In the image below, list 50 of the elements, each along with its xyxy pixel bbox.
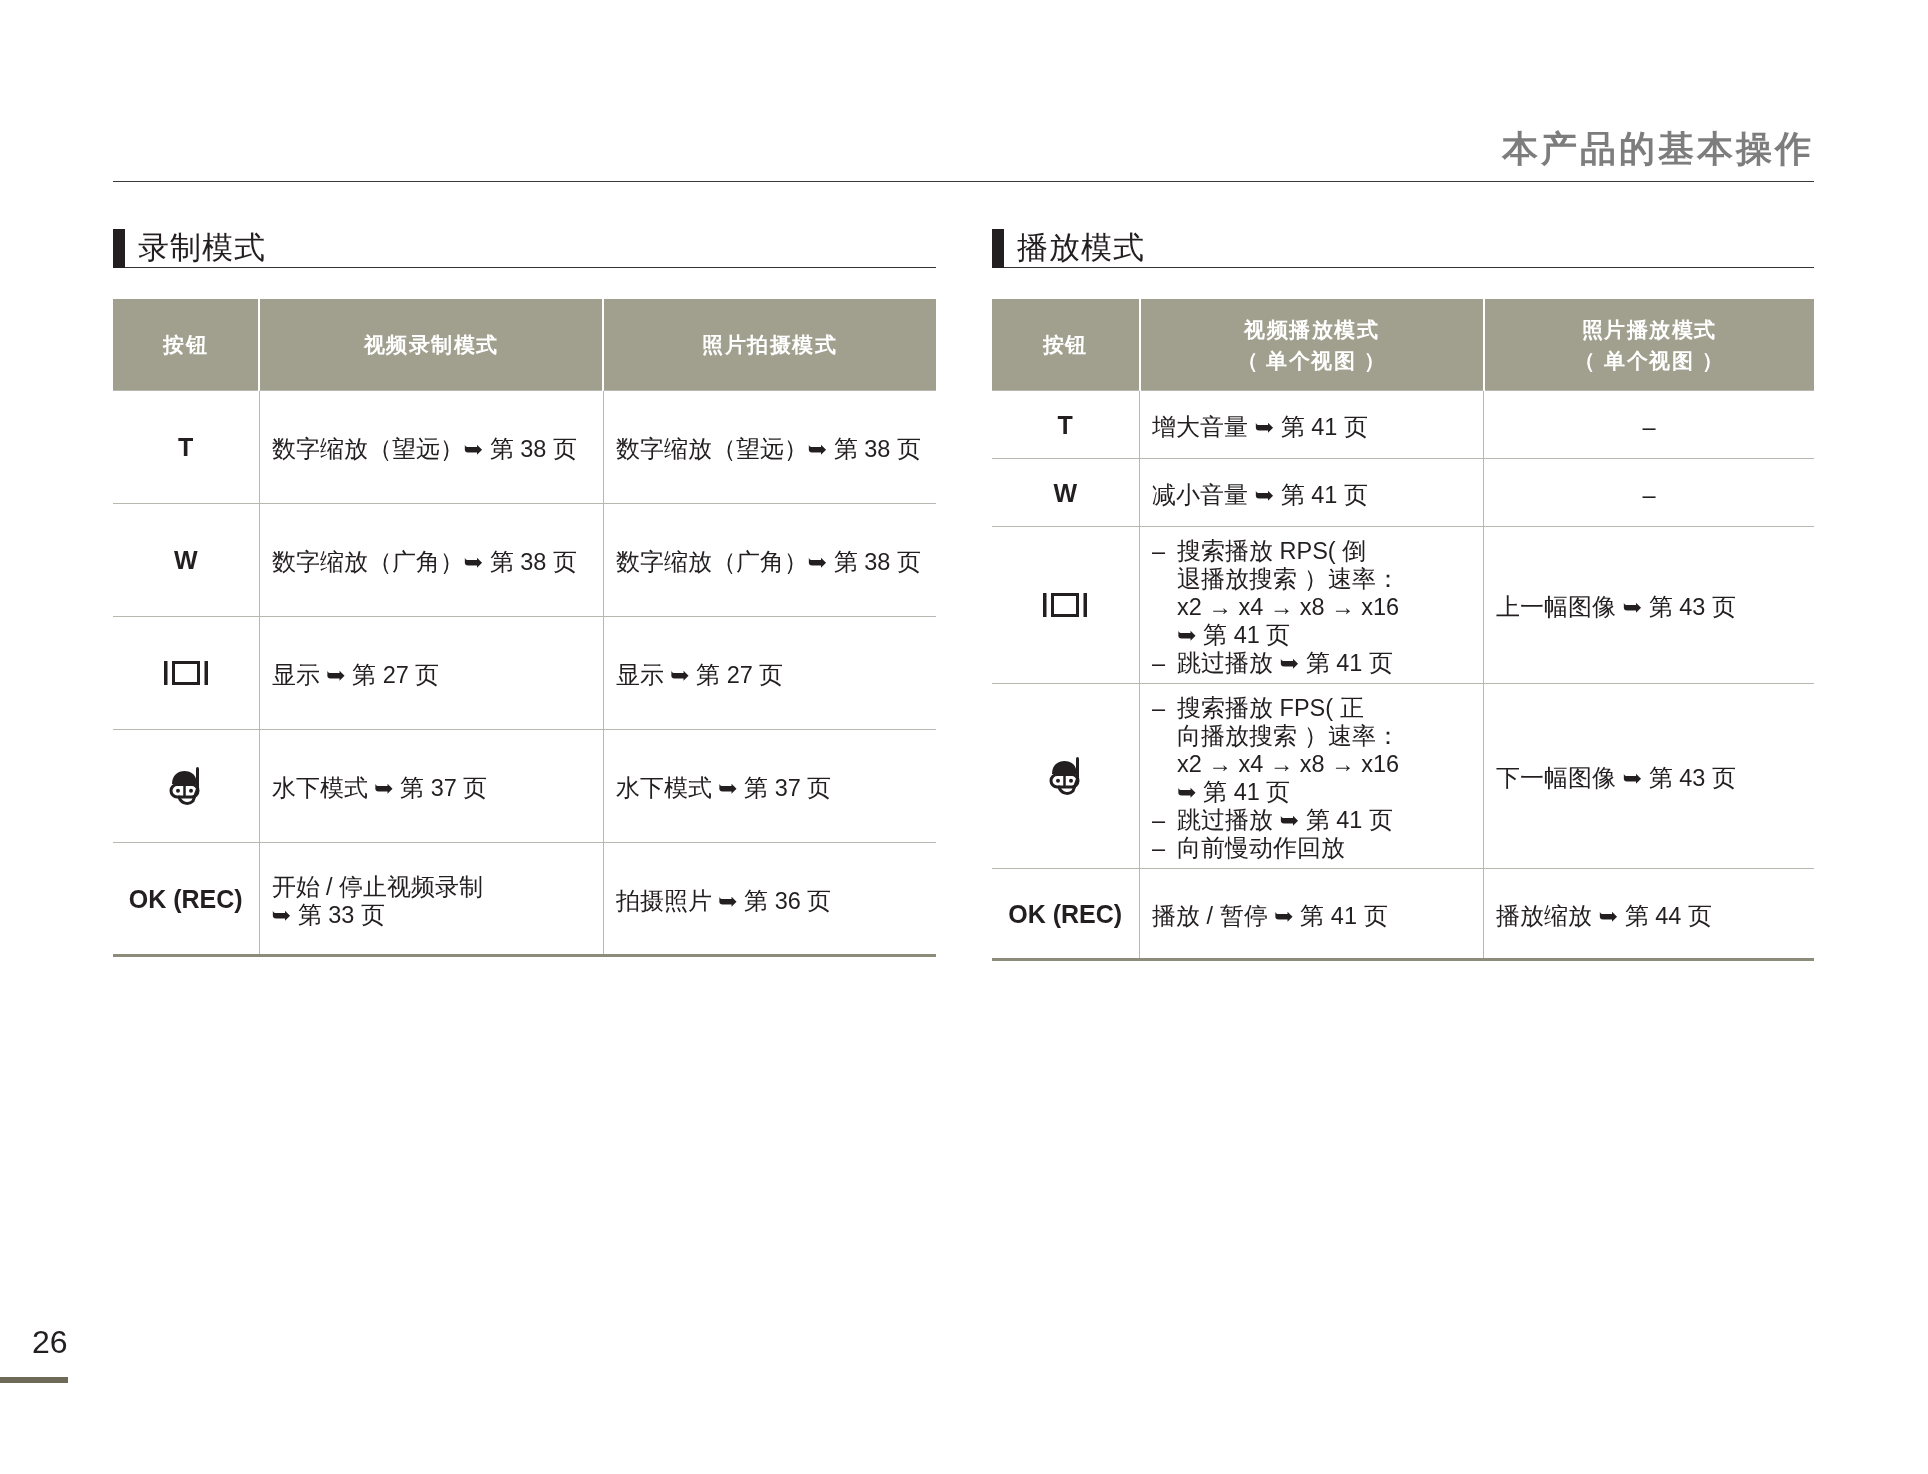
- function-text: 显示 ➥ 第 27 页: [271, 661, 441, 689]
- function-text: 开始 / 停止视频录制 ➥ 第 33 页: [271, 872, 485, 929]
- function-text: 数字缩放（望远）➥ 第 38 页: [271, 435, 578, 463]
- function-text: 下一幅图像 ➥ 第 43 页: [1496, 764, 1737, 792]
- function-text: 水下模式 ➥ 第 37 页: [615, 774, 833, 802]
- function-text: 数字缩放（广角）➥ 第 38 页: [615, 548, 922, 576]
- function-text: 数字缩放（广角）➥ 第 38 页: [271, 548, 578, 576]
- function-text: 播放缩放 ➥ 第 44 页: [1496, 901, 1713, 930]
- function-text: 数字缩放（望远）➥ 第 38 页: [615, 435, 922, 463]
- bullet-dash: –: [1152, 537, 1167, 566]
- section-title: 播放模式: [1003, 229, 1814, 268]
- function-text: 拍摄照片 ➥ 第 36 页: [615, 886, 833, 915]
- function-text: 播放 / 暂停 ➥ 第 41 页: [1152, 901, 1389, 930]
- button-label: T: [178, 433, 194, 461]
- column-header: 按钮: [991, 299, 1140, 391]
- page-number: 26: [32, 1324, 68, 1360]
- column-header: 按钮: [113, 299, 259, 391]
- button-label: W: [1053, 478, 1078, 507]
- not-applicable-dash: –: [1642, 481, 1656, 508]
- section-marker-icon: [113, 229, 125, 268]
- framed-square-icon: [1043, 593, 1088, 617]
- button-label: W: [173, 546, 198, 574]
- diving-mask-icon: [1048, 756, 1082, 796]
- list-item-text: 跳过播放 ➥ 第 41 页: [1177, 806, 1394, 834]
- column-header: 照片播放模式 （ 单个视图 ）: [1483, 299, 1814, 391]
- bullet-dash: –: [1152, 834, 1167, 862]
- bullet-dash: –: [1152, 649, 1167, 677]
- column-header: 视频播放模式 （ 单个视图 ）: [1139, 299, 1484, 391]
- button-label: OK (REC): [1008, 899, 1123, 928]
- function-text: 水下模式 ➥ 第 37 页: [271, 774, 489, 802]
- list-item-text: 跳过播放 ➥ 第 41 页: [1177, 649, 1394, 677]
- list-item-text: 搜索播放 FPS( 正 向播放搜索 ）速率： x2 → x4 → x8 → x16 ➥ 第 41 页: [1177, 694, 1401, 806]
- button-label: T: [1057, 410, 1073, 439]
- column-header: 照片拍摄模式: [603, 299, 936, 391]
- section-title: 录制模式: [125, 229, 936, 268]
- footer-bar: [0, 1377, 68, 1383]
- section-marker-icon: [991, 229, 1004, 268]
- button-label: OK (REC): [128, 884, 243, 913]
- framed-square-icon: [163, 661, 208, 685]
- bullet-dash: –: [1152, 806, 1167, 834]
- column-header: 视频录制模式: [259, 299, 603, 391]
- page-title: 本产品的基本操作: [1502, 129, 1814, 171]
- list-item-text: 搜索播放 RPS( 倒 退播放搜索 ）速率： x2 → x4 → x8 → x16 ➥ 第 41 页: [1177, 537, 1401, 649]
- function-text: 增大音量 ➥ 第 41 页: [1152, 412, 1369, 441]
- bullet-dash: –: [1152, 694, 1167, 723]
- function-text: 上一幅图像 ➥ 第 43 页: [1496, 593, 1737, 621]
- function-text: 减小音量 ➥ 第 41 页: [1152, 480, 1369, 509]
- not-applicable-dash: –: [1642, 413, 1656, 440]
- list-item-text: 向前慢动作回放: [1177, 834, 1346, 862]
- function-text: 显示 ➥ 第 27 页: [615, 661, 785, 689]
